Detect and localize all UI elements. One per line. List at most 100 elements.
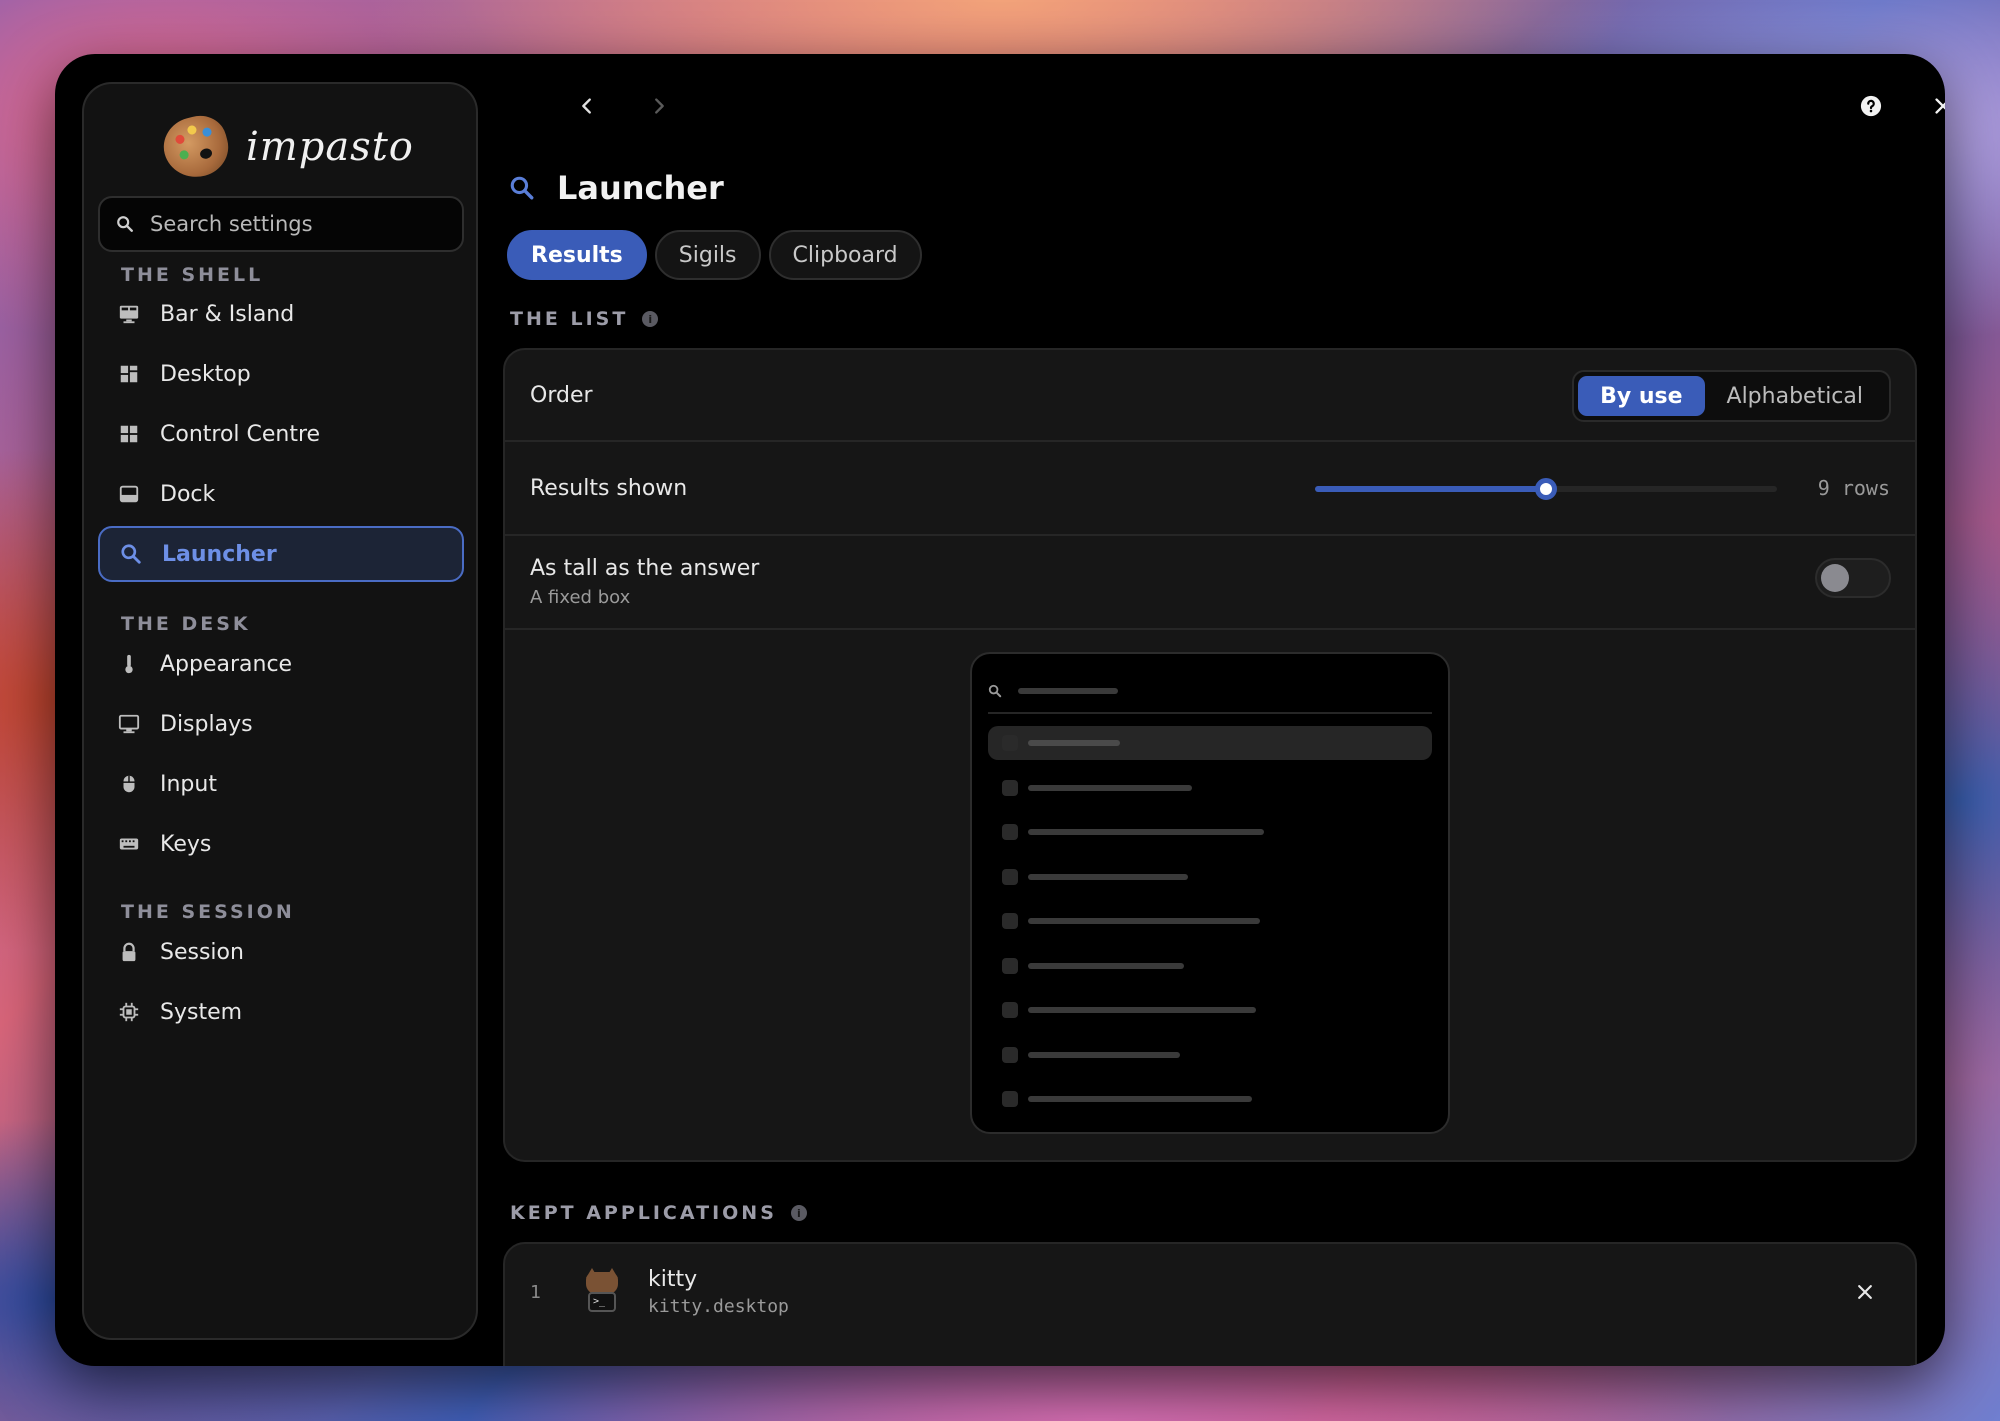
group-heading: KEPT APPLICATIONS [510, 1202, 777, 1224]
tab-results[interactable]: Results [507, 230, 647, 280]
sidebar-item-session[interactable]: Session [98, 924, 464, 980]
sidebar-item-label: Displays [160, 711, 253, 737]
preview-search-placeholder [1018, 688, 1118, 694]
slider-thumb[interactable] [1535, 478, 1557, 500]
sidebar-item-keys[interactable]: Keys [98, 816, 464, 872]
info-icon[interactable]: i [642, 311, 659, 327]
order-label: Order [530, 382, 593, 408]
section-label-session: THE SESSION [121, 901, 295, 923]
kept-app-text: kitty kitty.desktop [648, 1267, 789, 1317]
preview-item [988, 993, 1432, 1027]
sidebar-item-bar-island[interactable]: Bar & Island [98, 286, 464, 342]
the-list-card: Order By use Alphabetical Results shown … [503, 348, 1917, 1162]
launcher-preview [970, 652, 1450, 1134]
info-icon[interactable]: i [790, 1205, 807, 1221]
section-label-desk: THE DESK [121, 613, 251, 635]
preview-item [988, 1082, 1432, 1116]
sidebar-item-label: Session [160, 939, 244, 965]
lock-icon [116, 939, 142, 965]
preview-item-icon [1002, 869, 1018, 885]
tall-row: As tall as the answer A fixed box [505, 536, 1915, 630]
tab-clipboard[interactable]: Clipboard [768, 230, 922, 280]
sidebar-item-input[interactable]: Input [98, 756, 464, 812]
back-button[interactable] [569, 88, 605, 124]
preview-item-icon [1002, 1047, 1018, 1063]
sidebar-item-desktop[interactable]: Desktop [98, 346, 464, 402]
help-button[interactable] [1853, 88, 1889, 124]
slider-fill [1315, 486, 1546, 492]
kept-app-name: kitty [648, 1267, 698, 1292]
sidebar-item-system[interactable]: System [98, 984, 464, 1040]
forward-button[interactable] [641, 88, 677, 124]
preview-item-icon [1002, 1091, 1018, 1107]
search-icon [117, 216, 133, 232]
preview-item-icon [1002, 1002, 1018, 1018]
sidebar-item-label: Appearance [160, 651, 293, 677]
preview-item-line [1028, 918, 1260, 924]
preview-item-line [1028, 829, 1264, 835]
sidebar-item-label: Launcher [162, 541, 277, 567]
preview-item-line [1028, 874, 1188, 880]
chevron-right-icon [655, 98, 664, 114]
monitor-bar-icon [116, 301, 142, 327]
preview-item-icon [1002, 735, 1018, 751]
tall-label: As tall as the answer [530, 556, 760, 581]
preview-area [505, 630, 1915, 1160]
results-shown-label: Results shown [530, 475, 688, 501]
preview-item [988, 726, 1432, 760]
preview-item-line [1028, 1096, 1252, 1102]
close-button[interactable] [1925, 88, 1945, 124]
sidebar-item-appearance[interactable]: Appearance [98, 636, 464, 692]
preview-item-line [1028, 963, 1184, 969]
preview-item-icon [1002, 780, 1018, 796]
sidebar-item-dock[interactable]: Dock [98, 466, 464, 522]
order-option-alphabetical[interactable]: Alphabetical [1705, 376, 1885, 416]
kitty-app-icon: >_ [582, 1268, 622, 1312]
tab-sigils[interactable]: Sigils [654, 230, 761, 280]
section-label-shell: THE SHELL [121, 264, 264, 286]
search-icon [118, 541, 144, 567]
brand: impasto [157, 109, 414, 185]
thermometer-icon [116, 651, 142, 677]
preview-item-icon [1002, 824, 1018, 840]
preview-item [988, 949, 1432, 983]
preview-item-icon [1002, 913, 1018, 929]
dock-icon [116, 481, 142, 507]
preview-item [988, 860, 1432, 894]
results-shown-value: 9 rows [1817, 476, 1890, 500]
main-panel: Launcher Results Sigils Clipboard THE LI… [503, 54, 1945, 1366]
sidebar-item-launcher[interactable]: Launcher [98, 526, 464, 582]
sidebar-item-label: Desktop [160, 361, 251, 387]
sidebar-item-displays[interactable]: Displays [98, 696, 464, 752]
sidebar-item-label: System [160, 999, 243, 1025]
remove-app-icon[interactable] [1855, 1282, 1875, 1302]
search-icon [988, 684, 1002, 698]
preview-item-line [1028, 785, 1192, 791]
kept-app-file: kitty.desktop [648, 1296, 789, 1317]
search-input[interactable] [150, 212, 450, 236]
kept-app-row[interactable]: 1 >_ kitty kitty.desktop [505, 1244, 1915, 1340]
order-option-by-use[interactable]: By use [1578, 376, 1705, 416]
page-header: Launcher [507, 160, 724, 216]
kept-app-index: 1 [530, 1281, 541, 1303]
page-title: Launcher [557, 169, 724, 207]
group-label-the-list: THE LIST i [510, 308, 659, 330]
chevron-left-icon [582, 98, 591, 114]
preview-item-line [1028, 740, 1120, 746]
sidebar-item-label: Control Centre [160, 421, 321, 447]
grid-icon [116, 421, 142, 447]
sidebar: impasto THE SHELL Bar & Island Desktop C… [82, 82, 478, 1340]
results-shown-row: Results shown 9 rows [505, 442, 1915, 536]
order-segmented-control: By use Alphabetical [1572, 370, 1891, 422]
preview-item [988, 815, 1432, 849]
grid-icon [116, 361, 142, 387]
sidebar-item-control-centre[interactable]: Control Centre [98, 406, 464, 462]
tall-sublabel: A fixed box [530, 587, 631, 608]
settings-search[interactable] [98, 196, 464, 252]
tall-toggle[interactable] [1815, 558, 1891, 598]
order-row: Order By use Alphabetical [505, 350, 1915, 442]
sidebar-item-label: Input [160, 771, 217, 797]
preview-item-line [1028, 1007, 1256, 1013]
results-shown-slider[interactable] [1315, 478, 1777, 500]
group-label-kept-applications: KEPT APPLICATIONS i [510, 1202, 807, 1224]
